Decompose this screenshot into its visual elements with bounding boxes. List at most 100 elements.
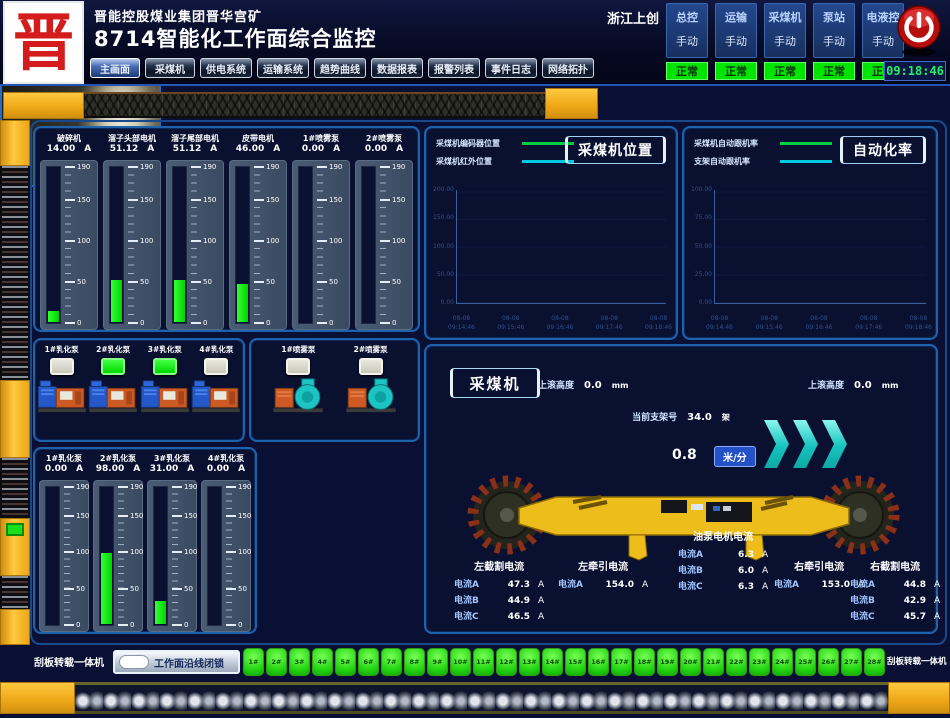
y-tick-label: 75.00 (695, 214, 712, 221)
gauge-fill (111, 280, 122, 322)
power-icon (893, 3, 945, 57)
chart-title-button[interactable]: 自动化率 (840, 136, 926, 164)
support-indicator-15[interactable]: 15# (565, 648, 586, 676)
left-conveyor-rail (0, 120, 30, 645)
gauge-label: 4#乳化泵 (201, 453, 251, 464)
pump-gauge-2: 2#乳化泵98.00A190150100500 (93, 453, 143, 632)
gauge-major-tick (172, 624, 182, 626)
support-indicator-6[interactable]: 6# (358, 648, 379, 676)
support-indicator-20[interactable]: 20# (680, 648, 701, 676)
support-indicator-26[interactable]: 26# (818, 648, 839, 676)
face-line-interlock-button[interactable]: 工作面沿线闭锁 (113, 650, 240, 674)
support-indicator-18[interactable]: 18# (634, 648, 655, 676)
tab-5[interactable]: 趋势曲线 (314, 58, 366, 78)
current-group-1: 左截割电流电流A47.3A电流B44.9A电流C46.5A (454, 558, 544, 625)
gauge-tick-label: 0 (238, 621, 242, 629)
support-indicator-7[interactable]: 7# (381, 648, 402, 676)
support-indicator-16[interactable]: 16# (588, 648, 609, 676)
support-indicator-14[interactable]: 14# (542, 648, 563, 676)
support-indicator-13[interactable]: 13# (519, 648, 540, 676)
support-indicator-23[interactable]: 23# (749, 648, 770, 676)
pump-status-indicator[interactable] (286, 358, 310, 375)
legend-line-swatch (780, 160, 832, 163)
tab-7[interactable]: 报警列表 (428, 58, 480, 78)
tab-9[interactable]: 网络拓扑 (542, 58, 594, 78)
gauge-tick-label: 100 (203, 237, 216, 245)
gauge-tick-label: 150 (266, 196, 279, 204)
pump-status-indicator[interactable] (204, 358, 228, 375)
pump-status-indicator[interactable] (101, 358, 125, 375)
support-indicator-25[interactable]: 25# (795, 648, 816, 676)
gauge-label: 3#乳化泵 (147, 453, 197, 464)
gauge-tick-label: 150 (140, 196, 153, 204)
pump-status-indicator[interactable] (359, 358, 383, 375)
x-tick-time: 09:16:46 (806, 324, 833, 332)
x-tick-label: 08-0809:15:46 (497, 315, 524, 332)
current-row: 电流A47.3A (454, 577, 544, 590)
current-row: 电流A6.3A (678, 547, 768, 560)
mode-status-badge: 正常 (715, 62, 757, 80)
mode-box[interactable]: 运输手动 (715, 3, 757, 58)
gauge-scale: 190150100500 (254, 167, 284, 323)
emulsion-pump-icon (140, 377, 190, 419)
tab-1[interactable]: 主画面 (90, 58, 140, 78)
support-indicator-12[interactable]: 12# (496, 648, 517, 676)
support-indicator-8[interactable]: 8# (404, 648, 425, 676)
support-indicator-10[interactable]: 10# (450, 648, 471, 676)
gauge-fill (155, 601, 166, 624)
tab-3[interactable]: 供电系统 (200, 58, 252, 78)
tab-6[interactable]: 数据报表 (371, 58, 423, 78)
gauge-body: 190150100500 (103, 160, 161, 330)
tab-2[interactable]: 采煤机 (145, 58, 195, 78)
mode-box[interactable]: 采煤机手动 (764, 3, 806, 58)
gauge-major-tick (317, 322, 327, 324)
support-indicator-19[interactable]: 19# (657, 648, 678, 676)
mode-box[interactable]: 泵站手动 (813, 3, 855, 58)
gauge-body: 190150100500 (201, 480, 251, 632)
mode-box[interactable]: 总控手动 (666, 3, 708, 58)
shearer-position-chart-panel: 采煤机编码器位置采煤机红外位置 采煤机位置 200.00150.00100.00… (424, 126, 678, 340)
gauge-tick-label: 0 (184, 621, 188, 629)
gauge-major-tick (226, 515, 236, 517)
top-conveyor-left-block (3, 92, 84, 119)
current-row: 电流C46.5A (454, 609, 544, 622)
legend-label: 采煤机编码器位置 (436, 138, 516, 149)
gauge-fill (48, 311, 59, 322)
support-indicator-11[interactable]: 11# (473, 648, 494, 676)
current-group-5: 右截割电流电流A44.8A电流B42.9A电流C45.7A (850, 558, 940, 625)
gauge-major-tick (380, 240, 390, 242)
gauge-label: 2#乳化泵 (93, 453, 143, 464)
shearer-overview-panel: 采煤机 上滚高度 0.0 mm 上滚高度 0.0 mm 当前支架号 34.0 架… (424, 344, 938, 634)
chart-title-button[interactable]: 采煤机位置 (565, 136, 666, 164)
support-indicator-24[interactable]: 24# (772, 648, 793, 676)
gauge-unit: A (273, 144, 280, 157)
support-indicator-22[interactable]: 22# (726, 648, 747, 676)
pump-status-indicator[interactable] (153, 358, 177, 375)
tab-4[interactable]: 运输系统 (257, 58, 309, 78)
support-indicator-21[interactable]: 21# (703, 648, 724, 676)
gauge-major-tick (380, 322, 390, 324)
support-indicator-17[interactable]: 17# (611, 648, 632, 676)
support-indicator-9[interactable]: 9# (427, 648, 448, 676)
gauge-track (235, 166, 250, 324)
motor-gauge-5: 1#喷雾泵0.00A190150100500 (292, 133, 350, 330)
emulsion-pump-4: 4#乳化泵 (191, 344, 241, 440)
pump-status-indicator[interactable] (50, 358, 74, 375)
mode-name: 泵站 (823, 9, 845, 25)
tab-8[interactable]: 事件日志 (485, 58, 537, 78)
support-indicator-5[interactable]: 5# (335, 648, 356, 676)
support-indicator-4[interactable]: 4# (312, 648, 333, 676)
support-indicator-27[interactable]: 27# (841, 648, 862, 676)
gauge-major-tick (191, 281, 201, 283)
gauge-major-tick (226, 624, 236, 626)
current-row: 电流B6.0A (678, 563, 768, 576)
motor-gauge-2: 溜子头部电机51.12A190150100500 (103, 133, 161, 330)
support-indicator-1[interactable]: 1# (243, 648, 264, 676)
support-indicator-2[interactable]: 2# (266, 648, 287, 676)
power-button[interactable] (893, 3, 945, 57)
shearer-title-button[interactable]: 采煤机 (450, 368, 540, 398)
support-indicator-3[interactable]: 3# (289, 648, 310, 676)
support-indicator-28[interactable]: 28# (864, 648, 885, 676)
x-tick-label: 08-0809:14:46 (706, 315, 733, 332)
pump-label: 2#乳化泵 (96, 344, 130, 355)
